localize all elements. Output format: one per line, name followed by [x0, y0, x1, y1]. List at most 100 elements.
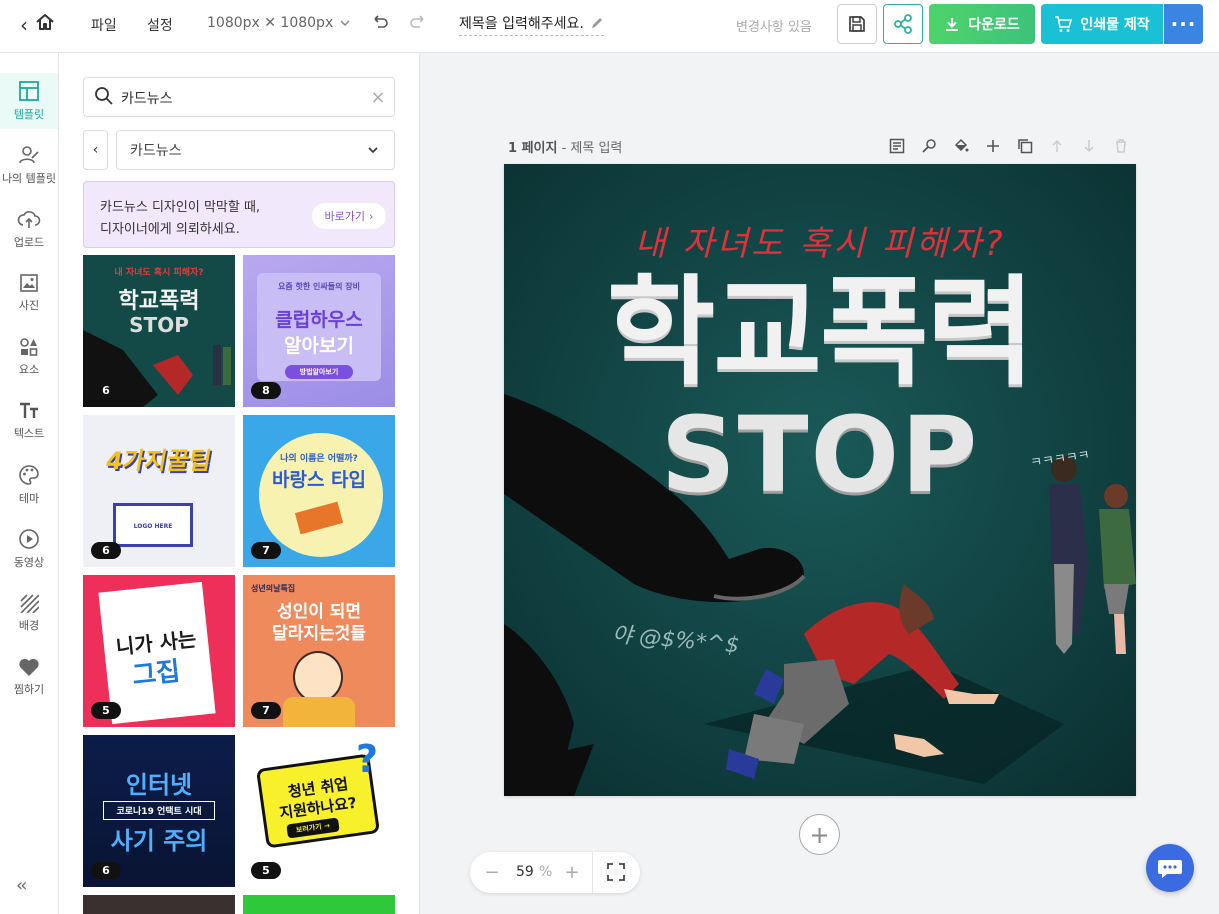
memo-icon[interactable]	[888, 137, 906, 155]
workspace: 1 페이지 - 제목 입력 내 자녀도 혹시 피해자? 학교폭력 STOP 야 …	[420, 53, 1219, 914]
template-text: 클럽하우스	[275, 309, 363, 331]
search-icon	[95, 87, 113, 105]
artboard-headline-script[interactable]: 내 자녀도 혹시 피해자?	[504, 216, 1136, 265]
zoom-in-icon[interactable]: +	[562, 860, 582, 884]
rail-label: 업로드	[13, 236, 45, 249]
category-select[interactable]: 카드뉴스	[116, 130, 395, 170]
add-icon[interactable]	[984, 137, 1002, 155]
print-order-button[interactable]: 인쇄물 제작	[1041, 4, 1163, 44]
question-mark-icon: ?	[355, 737, 379, 781]
clear-search-icon[interactable]: ×	[368, 87, 388, 108]
template-text: 알아보기	[284, 335, 354, 357]
share-icon	[894, 14, 912, 34]
template-card[interactable]	[243, 895, 395, 914]
template-text: 코로나19 언택트 시대	[103, 801, 215, 820]
fullscreen-icon[interactable]	[605, 862, 627, 884]
rail-label: 템플릿	[13, 108, 45, 121]
cloud-upload-icon	[17, 211, 41, 228]
document-title[interactable]: 제목을 입력해주세요.	[459, 13, 604, 36]
palette-icon	[19, 465, 39, 485]
rail-item-templates[interactable]: 템플릿	[0, 73, 58, 129]
rail-label: 동영상	[13, 556, 45, 569]
eyedropper-icon[interactable]	[920, 137, 938, 155]
chevron-right-icon: ›	[369, 209, 374, 223]
trash-icon[interactable]	[1112, 137, 1130, 155]
image-icon	[20, 274, 38, 292]
zoom-out-icon[interactable]: −	[482, 860, 502, 884]
chevron-down-icon	[340, 20, 350, 27]
template-card[interactable]: 니가 사는 그집 5	[83, 575, 235, 727]
designer-request-banner: 카드뉴스 디자인이 막막할 때, 디자이너에게 의뢰하세요. 바로가기 ›	[83, 181, 395, 248]
play-circle-icon	[19, 529, 39, 549]
template-text: LOGO HERE	[133, 523, 173, 530]
rail-label: 사진	[18, 299, 40, 312]
chat-support-icon[interactable]	[1146, 844, 1194, 892]
artboard[interactable]: 내 자녀도 혹시 피해자? 학교폭력 STOP 야 @$%*^$ ㅋㅋㅋㅋㅋ	[504, 164, 1136, 796]
move-down-icon[interactable]	[1080, 137, 1098, 155]
rail-item-elements[interactable]: 요소	[0, 329, 58, 385]
home-icon[interactable]	[34, 12, 56, 36]
template-card[interactable]: 인터넷 코로나19 언택트 시대 사기 주의 6	[83, 735, 235, 887]
page-count-badge: 5	[91, 702, 121, 719]
canvas-size-dropdown[interactable]: 1080px ✕ 1080px	[207, 15, 351, 31]
page-count-badge: 7	[251, 542, 281, 559]
promo-text-line1: 카드뉴스 디자인이 막막할 때,	[100, 200, 261, 215]
text-icon	[20, 402, 38, 418]
template-card[interactable]: 요즘 핫한 인싸들의 장비 클럽하우스 알아보기 방법알아보기 8	[243, 255, 395, 407]
rail-item-upload[interactable]: 업로드	[0, 201, 58, 257]
template-card[interactable]: 나의 이름은 어떨까? 바랑스 타입 7	[243, 415, 395, 567]
rail-item-favorites[interactable]: 찜하기	[0, 649, 58, 705]
zoom-value[interactable]: 59	[516, 864, 534, 880]
download-icon	[946, 18, 959, 31]
cart-icon	[1055, 16, 1073, 32]
page-count-badge: 8	[251, 382, 281, 399]
duplicate-icon[interactable]	[1016, 137, 1034, 155]
left-rail: 템플릿 나의 템플릿 업로드 사진 요소 텍스트 테마 동영상 배경 찜하기 ‹…	[0, 53, 59, 914]
search-box: ×	[83, 77, 395, 117]
rail-item-text[interactable]: 텍스트	[0, 393, 58, 449]
menu-file[interactable]: 파일	[91, 15, 117, 35]
add-page-button[interactable]: +	[799, 814, 840, 855]
promo-go-button[interactable]: 바로가기 ›	[312, 203, 386, 229]
rail-item-background[interactable]: 배경	[0, 585, 58, 641]
search-input[interactable]	[121, 87, 361, 109]
user-edit-icon	[19, 146, 39, 164]
share-button[interactable]	[883, 4, 923, 44]
save-button[interactable]	[837, 4, 877, 44]
rail-label: 배경	[18, 619, 40, 632]
promo-go-label: 바로가기	[324, 210, 366, 223]
template-text: 요즘 핫한 인싸들의 장비	[278, 282, 360, 291]
download-button[interactable]: 다운로드	[929, 4, 1035, 44]
canvas-size-label: 1080px ✕ 1080px	[207, 15, 334, 31]
layout-icon	[19, 81, 39, 101]
zoom-unit: %	[539, 864, 553, 880]
panel-back-icon[interactable]: ‹	[83, 130, 108, 170]
template-card[interactable]: 내 자녀도 혹시 피해자? 학교폭력 STOP 6	[83, 255, 235, 407]
chevron-down-icon	[368, 147, 378, 154]
page-label: 1 페이지 - 제목 입력	[508, 137, 622, 156]
page-title-input[interactable]: - 제목 입력	[562, 141, 623, 156]
template-card[interactable]: 4가지꿀팁 LOGO HERE 6	[83, 415, 235, 567]
more-options-icon[interactable]: ···	[1164, 4, 1203, 44]
rail-label: 텍스트	[13, 427, 45, 440]
template-card[interactable]: 성년의날특집 성인이 되면 달라지는것들 7	[243, 575, 395, 727]
collapse-panel-icon[interactable]: ‹‹	[16, 875, 28, 896]
rail-item-theme[interactable]: 테마	[0, 457, 58, 513]
paint-bucket-icon[interactable]	[952, 137, 970, 155]
template-card[interactable]	[83, 895, 235, 914]
template-text: 인터넷	[125, 771, 193, 799]
undo-icon[interactable]	[368, 12, 392, 36]
back-icon[interactable]: ‹	[14, 13, 34, 37]
rail-item-my-templates[interactable]: 나의 템플릿	[0, 137, 58, 193]
menu-settings[interactable]: 설정	[147, 15, 173, 35]
artboard-headline-main[interactable]: 학교폭력	[504, 262, 1136, 402]
page-number: 1 페이지	[508, 141, 558, 156]
rail-item-photos[interactable]: 사진	[0, 265, 58, 321]
top-toolbar: ‹ 파일 설정 1080px ✕ 1080px 제목을 입력해주세요. 변경사항…	[0, 0, 1219, 53]
redo-icon[interactable]	[406, 12, 430, 36]
rail-item-video[interactable]: 동영상	[0, 521, 58, 577]
download-label: 다운로드	[968, 17, 1020, 33]
move-up-icon[interactable]	[1048, 137, 1066, 155]
template-card[interactable]: 청년 취업 지원하나요? 보러가기 → ? 5	[243, 735, 395, 887]
template-text: 사기 주의	[110, 827, 208, 855]
